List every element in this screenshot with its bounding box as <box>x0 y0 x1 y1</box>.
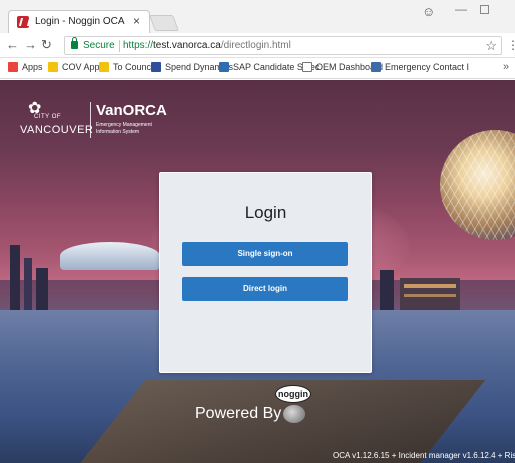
bookmark-emergency-contact[interactable]: Emergency Contact I <box>371 62 469 76</box>
bookmark-cov-apps[interactable]: COV Apps <box>48 62 104 76</box>
maximize-icon[interactable] <box>480 5 489 14</box>
minimize-icon[interactable]: — <box>455 2 467 16</box>
browser-toolbar: ← → ↻ Secure https://test.vanorca.ca/dir… <box>0 33 515 58</box>
logo-subtitle-1: Emergency Management <box>96 122 152 128</box>
login-page: ✿ CITY OF VANCOUVER VanORCA Emergency Ma… <box>0 80 515 463</box>
address-divider <box>119 40 120 52</box>
url-text: https://test.vanorca.ca/directlogin.html <box>123 40 291 51</box>
browser-menu-icon[interactable]: ⋮ <box>507 38 515 52</box>
single-sign-on-button[interactable]: Single sign-on <box>182 242 348 266</box>
login-title: Login <box>244 203 287 222</box>
bookmark-label: Emergency Contact I <box>385 62 470 72</box>
bookmark-label: Apps <box>22 62 43 72</box>
vanorca-logo: ✿ CITY OF VANCOUVER VanORCA Emergency Ma… <box>18 98 178 148</box>
apps-grid-icon <box>8 62 18 72</box>
version-info: OCA v1.12.6.15 + Incident manager v1.6.1… <box>333 451 515 460</box>
url-path: /directlogin.html <box>220 40 291 51</box>
folder-icon <box>99 62 109 72</box>
logo-subtitle-2: Information System <box>96 129 140 135</box>
bookmarks-overflow-icon[interactable]: » <box>503 61 509 73</box>
lock-icon <box>71 37 78 49</box>
new-tab-button[interactable] <box>149 15 179 31</box>
brain-icon <box>283 405 305 423</box>
address-bar[interactable]: Secure https://test.vanorca.ca/directlog… <box>64 36 502 55</box>
logo-divider <box>90 102 91 138</box>
bookmark-to-council[interactable]: To Council <box>99 62 155 76</box>
noggin-favicon-icon <box>17 16 29 28</box>
logo-product-name: VanORCA <box>96 102 167 119</box>
powered-by-label: Powered By <box>195 405 282 422</box>
url-scheme: https:// <box>123 40 154 51</box>
spend-dynamics-icon <box>151 62 161 72</box>
folder-icon <box>48 62 58 72</box>
bookmark-star-icon[interactable]: ☆ <box>485 38 497 54</box>
sap-icon <box>219 62 229 72</box>
forward-icon[interactable]: → <box>24 37 37 52</box>
bookmarks-bar: Apps COV Apps To Council Spend Dynamics … <box>0 58 515 79</box>
reload-icon[interactable]: ↻ <box>41 37 52 53</box>
tab-close-icon[interactable]: × <box>133 14 140 28</box>
login-panel: Login Single sign-on Direct login <box>159 172 372 373</box>
logo-vancouver: VANCOUVER <box>20 124 94 136</box>
noggin-logo: noggin <box>275 385 313 425</box>
bookmark-apps[interactable]: Apps <box>8 62 43 76</box>
url-host: test.vanorca.ca <box>153 40 221 51</box>
logo-city-of: CITY OF <box>34 114 62 120</box>
page-icon <box>302 62 312 72</box>
account-icon[interactable]: ☺ <box>422 4 435 19</box>
tab-title: Login - Noggin OCA <box>35 16 125 27</box>
secure-label: Secure <box>83 40 115 51</box>
direct-login-button[interactable]: Direct login <box>182 277 348 301</box>
stadium-dome <box>60 242 160 270</box>
back-icon[interactable]: ← <box>6 37 19 52</box>
noggin-wordmark: noggin <box>275 385 311 403</box>
bookmark-label: To Council <box>113 62 156 72</box>
bookmark-label: COV Apps <box>62 62 105 72</box>
tab-strip: Login - Noggin OCA × ☺ — <box>0 0 515 33</box>
browser-tab[interactable]: Login - Noggin OCA × <box>8 10 150 33</box>
dome-grid <box>440 130 515 240</box>
contact-icon <box>371 62 381 72</box>
browser-window: Login - Noggin OCA × ☺ — ← → ↻ Secure ht… <box>0 0 515 463</box>
